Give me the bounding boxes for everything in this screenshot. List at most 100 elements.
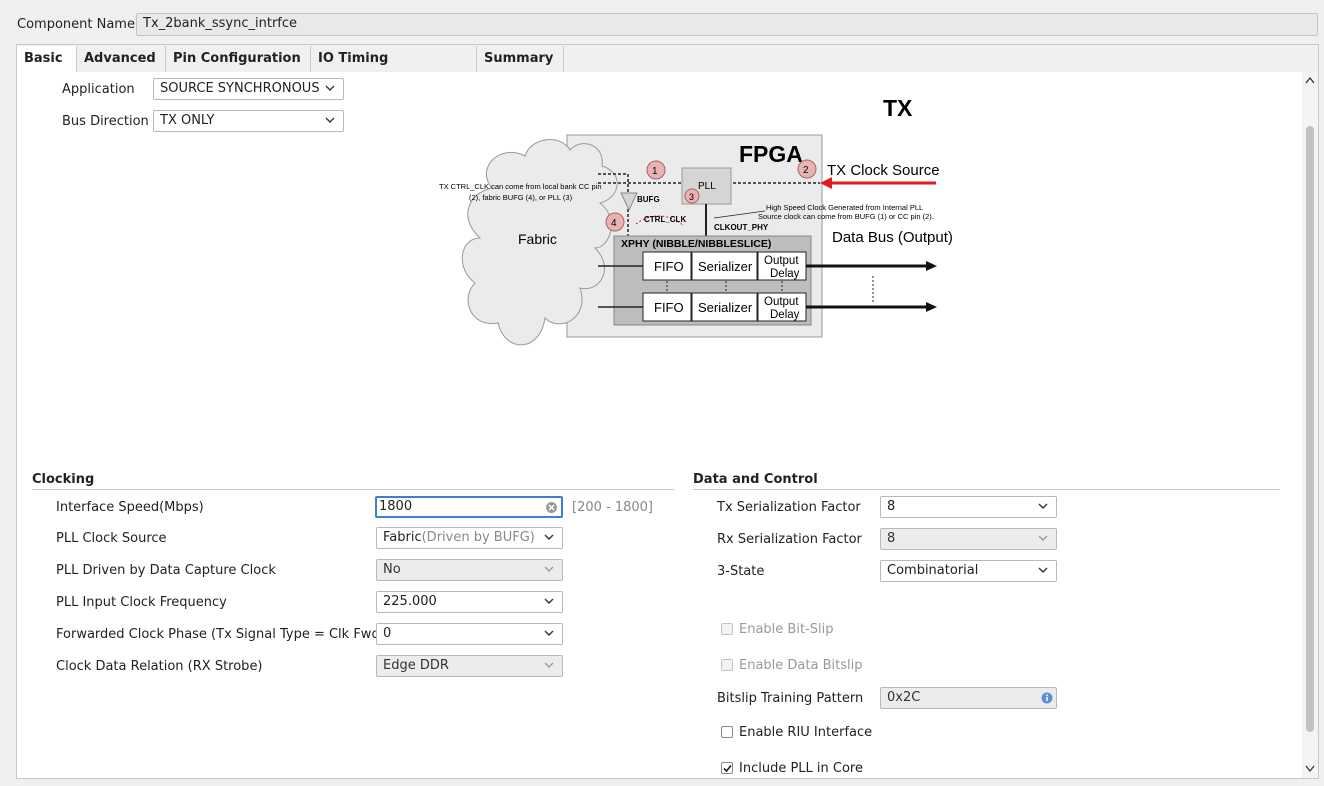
enable-bitslip-label: Enable Bit-Slip (739, 622, 834, 637)
tx-serialization-label: Tx Serialization Factor (717, 500, 861, 515)
chevron-down-icon (543, 563, 555, 575)
three-state-value: Combinatorial (887, 563, 979, 578)
info-icon[interactable] (1041, 692, 1053, 704)
fabric-label: Fabric (518, 231, 557, 247)
enable-data-bitslip-label: Enable Data Bitslip (739, 658, 863, 673)
tab-io-timing-estimation[interactable]: IO Timing Estimation (311, 46, 477, 92)
output-delay-label-1a: Output (764, 255, 799, 267)
tab-basic[interactable]: Basic (17, 46, 77, 72)
fifo-label-2: FIFO (654, 300, 684, 315)
clock-data-relation-value: Edge DDR (383, 658, 449, 673)
interface-speed-range: [200 - 1800] (572, 500, 653, 515)
marker-3-text: 3 (689, 192, 694, 202)
diagram-title: TX (883, 95, 913, 121)
checkmark-icon (723, 764, 732, 773)
scroll-down-icon[interactable] (1305, 765, 1315, 773)
output-delay-label-2b: Delay (770, 309, 800, 321)
component-name-field[interactable]: Tx_2bank_ssync_intrfce (136, 13, 1318, 36)
data-bus-label: Data Bus (Output) (832, 229, 953, 246)
clock-data-relation-select[interactable]: Edge DDR (376, 655, 563, 677)
rx-serialization-value: 8 (887, 531, 896, 546)
note-right-line2: Source clock can come from BUFG (1) or C… (758, 212, 934, 221)
bus-direction-select[interactable]: TX ONLY (153, 110, 344, 132)
chevron-down-icon (543, 627, 555, 639)
xphy-label: XPHY (NIBBLE/NIBBLESLICE) (621, 238, 771, 250)
fifo-label-1: FIFO (654, 259, 684, 274)
pll-driven-value: No (383, 562, 401, 577)
include-pll-checkbox[interactable] (721, 762, 733, 774)
interface-speed-label: Interface Speed(Mbps) (56, 500, 204, 515)
scroll-up-icon[interactable] (1305, 76, 1315, 84)
clear-input-icon[interactable] (545, 501, 558, 514)
chevron-down-icon (1037, 564, 1049, 576)
bufg-label: BUFG (637, 195, 660, 204)
fwd-clock-phase-value: 0 (383, 626, 392, 641)
note-right-line1: High Speed Clock Generated from Internal… (766, 203, 923, 212)
three-state-select[interactable]: Combinatorial (880, 560, 1057, 582)
fpga-label: FPGA (739, 141, 803, 167)
fwd-clock-phase-select[interactable]: 0 (376, 623, 563, 645)
pll-driven-label: PLL Driven by Data Capture Clock (56, 563, 276, 578)
pll-clock-source-hint: (Driven by BUFG) (421, 530, 535, 545)
enable-riu-label: Enable RIU Interface (739, 725, 873, 740)
include-pll-label: Include PLL in Core (739, 761, 863, 776)
clocking-divider (32, 489, 674, 490)
chevron-down-icon (1037, 500, 1049, 512)
note-left-line2: (2), fabric BUFG (4), or PLL (3) (469, 193, 573, 202)
bitslip-pattern-value: 0x2C (887, 690, 921, 705)
marker-4-text: 4 (611, 218, 617, 229)
bitslip-pattern-input[interactable]: 0x2C (880, 687, 1057, 709)
tx-block-diagram: TX FPGA Fabric TX Clock Source PLL BUFG … (439, 95, 953, 346)
application-label: Application (62, 82, 135, 97)
pll-input-freq-select[interactable]: 225.000 (376, 591, 563, 613)
interface-speed-input[interactable]: 1800 (375, 496, 563, 518)
marker-2-text: 2 (803, 165, 809, 176)
pll-clock-source-select[interactable]: Fabric(Driven by BUFG) (376, 527, 563, 549)
tab-pin-configuration[interactable]: Pin Configuration (166, 46, 311, 72)
chevron-down-icon (324, 114, 336, 126)
enable-riu-checkbox[interactable] (721, 726, 733, 738)
output-delay-label-2a: Output (764, 296, 799, 308)
clock-data-relation-label: Clock Data Relation (RX Strobe) (56, 659, 263, 674)
tab-advanced[interactable]: Advanced (77, 46, 166, 72)
component-name-label: Component Name (17, 17, 135, 32)
fwd-clock-phase-label: Forwarded Clock Phase (Tx Signal Type = … (56, 627, 385, 642)
tx-clock-source-label: TX Clock Source (827, 162, 940, 179)
tx-serialization-select[interactable]: 8 (880, 496, 1057, 518)
pll-clock-source-value: Fabric (383, 530, 422, 545)
pll-label: PLL (698, 181, 716, 192)
application-value: SOURCE SYNCHRONOUS (160, 81, 320, 96)
chevron-down-icon (1037, 532, 1049, 544)
data-control-divider (693, 489, 1280, 490)
clocking-section-title: Clocking (32, 472, 95, 487)
output-delay-label-1b: Delay (770, 268, 800, 280)
pll-driven-select[interactable]: No (376, 559, 563, 581)
vertical-scrollbar[interactable] (1302, 72, 1318, 778)
ctrl-clk-label: CTRL_CLK (644, 215, 686, 224)
tx-serialization-value: 8 (887, 499, 896, 514)
serializer-label-1: Serializer (698, 259, 753, 274)
bitslip-pattern-label: Bitslip Training Pattern (717, 691, 864, 706)
marker-1-text: 1 (652, 166, 658, 177)
chevron-down-icon (324, 82, 336, 94)
rx-serialization-label: Rx Serialization Factor (717, 532, 862, 547)
serializer-label-2: Serializer (698, 300, 753, 315)
rx-serialization-select[interactable]: 8 (880, 528, 1057, 550)
interface-speed-value: 1800 (379, 499, 413, 514)
chevron-down-icon (543, 659, 555, 671)
data-control-section-title: Data and Control (693, 472, 818, 487)
scrollbar-thumb[interactable] (1306, 126, 1314, 732)
pll-input-freq-value: 225.000 (383, 594, 437, 609)
bus-direction-value: TX ONLY (160, 113, 215, 128)
chevron-down-icon (543, 531, 555, 543)
note-left-line1: TX CTRL_CLK can come from local bank CC … (439, 182, 602, 191)
clkout-phy-label: CLKOUT_PHY (714, 223, 769, 232)
three-state-label: 3-State (717, 564, 765, 579)
pll-input-freq-label: PLL Input Clock Frequency (56, 595, 227, 610)
enable-data-bitslip-checkbox[interactable] (721, 659, 733, 671)
pll-clock-source-label: PLL Clock Source (56, 531, 167, 546)
bus-direction-label: Bus Direction (62, 114, 149, 129)
tab-summary[interactable]: Summary (477, 46, 564, 72)
enable-bitslip-checkbox[interactable] (721, 623, 733, 635)
application-select[interactable]: SOURCE SYNCHRONOUS (153, 78, 344, 100)
